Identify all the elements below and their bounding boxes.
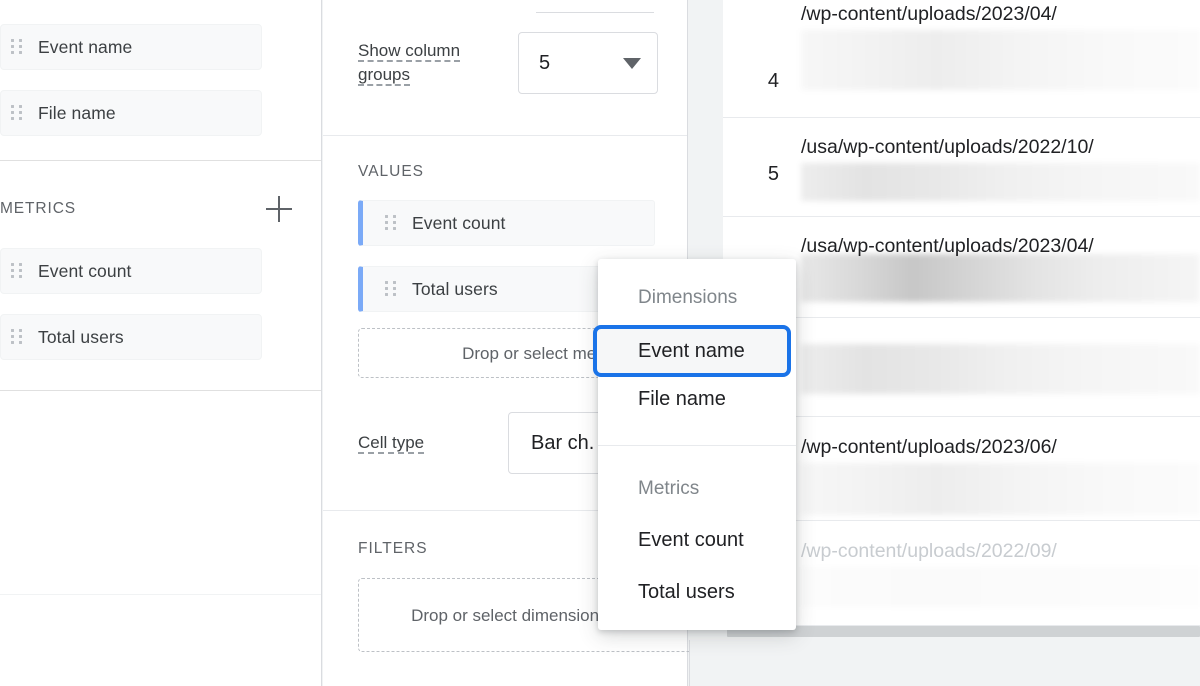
redacted-text [801,463,1200,515]
redacted-text [801,567,1200,607]
menu-group-header-metrics: Metrics [638,478,700,499]
drag-handle-icon[interactable] [385,281,396,297]
section-divider [0,160,321,161]
chip-label: Total users [38,326,124,347]
row-path: /wp-content/uploads/2023/04/ [801,3,1057,25]
row-index [723,217,801,262]
show-column-groups-row: Show column groups 5 [323,32,688,94]
metric-chip-total-users[interactable]: Total users [0,314,262,360]
menu-item-event-count[interactable]: Event count [598,520,796,560]
horizontal-scrollbar-thumb[interactable] [727,626,1200,637]
drag-handle-icon[interactable] [385,215,396,231]
dimension-chip-file-name[interactable]: File name [0,90,262,136]
drag-handle-icon[interactable] [11,329,22,345]
redacted-text [801,163,1200,201]
cell-type-label-wrap: Cell type [358,431,508,455]
section-divider [323,135,687,136]
drag-handle-icon[interactable] [11,105,22,121]
chip-label: Event name [38,36,133,57]
chip-label: File name [38,102,116,123]
left-config-panel: Event name File name METRICS Event count [0,0,322,686]
chip-label: Event count [412,212,506,233]
row-index: 5 [767,163,779,185]
field-picker-menu: Dimensions Event name File name Metrics … [593,259,796,630]
section-divider [0,594,321,595]
menu-item-event-name-selected[interactable]: Event name [593,325,791,377]
chevron-down-icon[interactable] [623,57,641,69]
chip-label: Event count [38,260,132,281]
redacted-text [801,254,1200,302]
table-row[interactable]: 5 /usa/wp-content/uploads/2022/10/ [723,118,1200,217]
menu-item-file-name[interactable]: File name [598,379,796,419]
drag-handle-icon[interactable] [11,263,22,279]
metrics-title: METRICS [0,200,77,217]
table-row[interactable]: 4 /wp-content/uploads/2023/04/ [723,0,1200,118]
app-screen: Event name File name METRICS Event count [0,0,1200,686]
row-path: /wp-content/uploads/2023/06/ [801,436,1057,458]
cell-type-label[interactable]: Cell type [358,433,425,454]
metrics-section-header: METRICS [0,196,292,222]
filters-section-title: FILTERS [358,540,428,557]
show-column-groups-select[interactable]: 5 [518,32,658,94]
menu-item-label: Event name [638,339,745,362]
dimension-chip-list: Event name File name [0,24,292,136]
row-index: 4 [767,70,779,92]
menu-group-header-dimensions: Dimensions [638,287,738,308]
menu-item-total-users[interactable]: Total users [598,572,796,612]
table-footer-area [689,640,1200,686]
section-divider [0,390,321,391]
plus-icon[interactable] [266,196,292,222]
table-footer-divider [689,640,690,686]
drag-handle-icon[interactable] [11,39,22,55]
select-value: 5 [539,51,551,74]
redacted-text [801,344,1200,394]
row-path: /usa/wp-content/uploads/2022/10/ [801,136,1094,158]
cell-type-value: Bar ch. [531,431,595,454]
show-column-groups-label[interactable]: Show column groups [358,41,461,86]
redacted-text [801,30,1200,90]
value-chip-event-count[interactable]: Event count [358,200,655,246]
values-section-title: VALUES [358,163,425,180]
dimension-chip-event-name[interactable]: Event name [0,24,262,70]
metric-chip-list: Event count Total users [0,248,292,360]
top-partial-rule [536,12,654,13]
metric-chip-event-count[interactable]: Event count [0,248,262,294]
chip-label: Total users [412,278,498,299]
show-column-groups-label-wrap: Show column groups [358,39,508,87]
row-path: /wp-content/uploads/2022/09/ [801,540,1057,562]
